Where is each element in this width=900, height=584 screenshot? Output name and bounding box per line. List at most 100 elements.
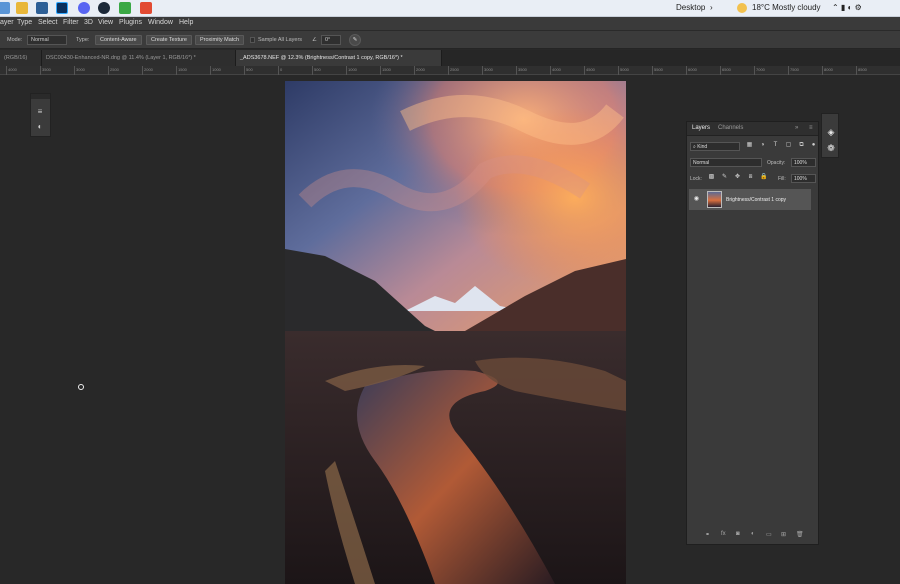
opacity-label: Opacity: (767, 160, 786, 166)
ruler-tick-label: 3000 (484, 67, 493, 72)
chevron-icon[interactable]: › (710, 3, 713, 12)
ruler-tick-label: 4500 (586, 67, 595, 72)
ruler-tick-label: 6500 (722, 67, 731, 72)
adjustments-icon[interactable]: ≡ (35, 107, 45, 117)
fx-icon[interactable]: fx (721, 531, 726, 537)
filter-adjustment-icon[interactable]: ◑ (759, 142, 766, 149)
ruler-mark (584, 66, 585, 75)
app-icon-1[interactable] (0, 2, 10, 14)
layer-thumbnail (707, 191, 722, 208)
filter-kind-select[interactable]: ⌕ Kind (690, 142, 740, 151)
ruler-tick-label: 8500 (858, 67, 867, 72)
angle-input[interactable]: 0° (321, 35, 341, 45)
panel-collapse-icon[interactable]: » (795, 125, 798, 131)
canvas-photo[interactable] (285, 81, 626, 584)
pressure-brush-icon[interactable]: ✎ (349, 34, 361, 46)
proximity-match-button[interactable]: Proximity Match (195, 35, 245, 45)
channels-icon[interactable]: ❁ (826, 143, 836, 153)
menu-window[interactable]: Window (148, 19, 173, 26)
group-folder-icon[interactable]: ▭ (766, 531, 772, 538)
ruler-tick-label: 3500 (42, 67, 51, 72)
lock-position-icon[interactable]: ✥ (734, 174, 741, 181)
content-aware-button[interactable]: Content-Aware (95, 35, 142, 45)
ruler-tick-label: 1000 (348, 67, 357, 72)
ruler-tick-label: 3500 (518, 67, 527, 72)
layers-panel: Layers Channels » ≡ ⌕ Kind ▦ ◑ T ▢ ⧉ ● N… (686, 121, 819, 545)
ruler-mark (210, 66, 211, 75)
layers-footer: ⚭ fx ◙ ◐ ▭ ⊞ 🗑 (687, 531, 818, 541)
tab-doc-2[interactable]: DSC00430-Enhanced-NR.dng @ 11.4% (Layer … (42, 50, 236, 66)
mini-panel-header[interactable] (31, 94, 50, 99)
properties-mini-panel: ≡ ◐ (30, 93, 51, 137)
tab-doc-1[interactable]: (RGB/16) (0, 50, 42, 66)
filter-pixel-icon[interactable]: ▦ (746, 142, 753, 149)
layer-name[interactable]: Brightness/Contrast 1 copy (726, 197, 786, 203)
ruler-mark (108, 66, 109, 75)
ruler-mark (40, 66, 41, 75)
lock-all-icon[interactable]: 🔒 (760, 174, 767, 181)
menu-help[interactable]: Help (179, 19, 193, 26)
menu-select[interactable]: Select (38, 19, 57, 26)
weather-text[interactable]: 18°C Mostly cloudy (752, 3, 821, 12)
filter-kind-label: Kind (697, 144, 708, 150)
opacity-input[interactable]: 100% (791, 158, 816, 167)
trash-icon[interactable]: 🗑 (796, 531, 804, 538)
discord-icon[interactable] (78, 2, 90, 14)
sample-all-layers-checkbox[interactable] (250, 37, 255, 43)
app-icon-3[interactable] (36, 2, 48, 14)
lock-image-icon[interactable]: ✎ (721, 174, 728, 181)
filter-shape-icon[interactable]: ▢ (785, 142, 792, 149)
ruler-tick-label: 4000 (8, 67, 17, 72)
eye-icon[interactable]: ◉ (693, 196, 700, 203)
lock-transparent-icon[interactable]: ▩ (708, 174, 715, 181)
app-icon-green[interactable] (119, 2, 131, 14)
menu-layer[interactable]: ayer (0, 19, 14, 26)
filter-smart-icon[interactable]: ⧉ (798, 142, 805, 149)
brush-cursor (78, 384, 84, 390)
photoshop-icon[interactable] (56, 2, 68, 14)
document-tabs: (RGB/16) DSC00430-Enhanced-NR.dng @ 11.4… (0, 50, 900, 66)
ruler-tick-label: 2000 (144, 67, 153, 72)
tab-doc-active[interactable]: _ADS3678.NEF @ 12.3% (Brightness/Contras… (236, 50, 442, 66)
options-bar: Mode: Normal Type: Content-Aware Create … (0, 31, 900, 49)
ruler-tick-label: 1000 (212, 67, 221, 72)
tray-icons[interactable]: ⌃ ▮ ◐ ⚙ (832, 3, 862, 12)
layer-row[interactable]: ◉ Brightness/Contrast 1 copy (689, 189, 811, 210)
tab-channels[interactable]: Channels (718, 125, 743, 131)
filter-toggle-icon[interactable]: ● (810, 142, 817, 149)
menu-plugins[interactable]: Plugins (119, 19, 142, 26)
ruler-mark (142, 66, 143, 75)
ruler-mark (550, 66, 551, 75)
lock-artboard-icon[interactable]: ⧈ (747, 174, 754, 181)
fill-label: Fill: (778, 176, 786, 182)
mask-icon[interactable]: ◐ (35, 122, 45, 132)
layers-stack-icon[interactable]: ◈ (826, 127, 836, 137)
app-icon-red[interactable] (140, 2, 152, 14)
panel-tab-bar: Layers Channels » ≡ (687, 122, 818, 136)
tab-layers[interactable]: Layers (692, 125, 710, 131)
add-mask-icon[interactable]: ◙ (736, 531, 740, 537)
ruler-tick-label: 0 (280, 67, 283, 72)
ruler-mark (788, 66, 789, 75)
menu-type[interactable]: Type (17, 19, 32, 26)
steam-icon[interactable] (98, 2, 110, 14)
adjustment-layer-icon[interactable]: ◐ (751, 531, 755, 537)
mode-select[interactable]: Normal (27, 35, 67, 45)
ruler-tick-label: 1500 (178, 67, 187, 72)
panel-menu-icon[interactable]: ≡ (809, 125, 813, 131)
menu-3d[interactable]: 3D (84, 19, 93, 26)
ruler-tick-label: 4000 (552, 67, 561, 72)
menu-view[interactable]: View (98, 19, 113, 26)
desktop-toolbar-label[interactable]: Desktop (676, 3, 705, 12)
menu-filter[interactable]: Filter (63, 19, 79, 26)
filter-type-icon[interactable]: T (772, 142, 779, 149)
create-texture-button[interactable]: Create Texture (146, 35, 192, 45)
blend-mode-select[interactable]: Normal (690, 158, 762, 167)
link-layers-icon[interactable]: ⚭ (705, 531, 710, 538)
mode-label: Mode: (7, 37, 23, 43)
fill-input[interactable]: 100% (791, 174, 816, 183)
ruler-tick-label: 8000 (824, 67, 833, 72)
ruler-tick-label: 2000 (416, 67, 425, 72)
folder-icon[interactable] (16, 2, 28, 14)
new-layer-icon[interactable]: ⊞ (781, 531, 786, 538)
